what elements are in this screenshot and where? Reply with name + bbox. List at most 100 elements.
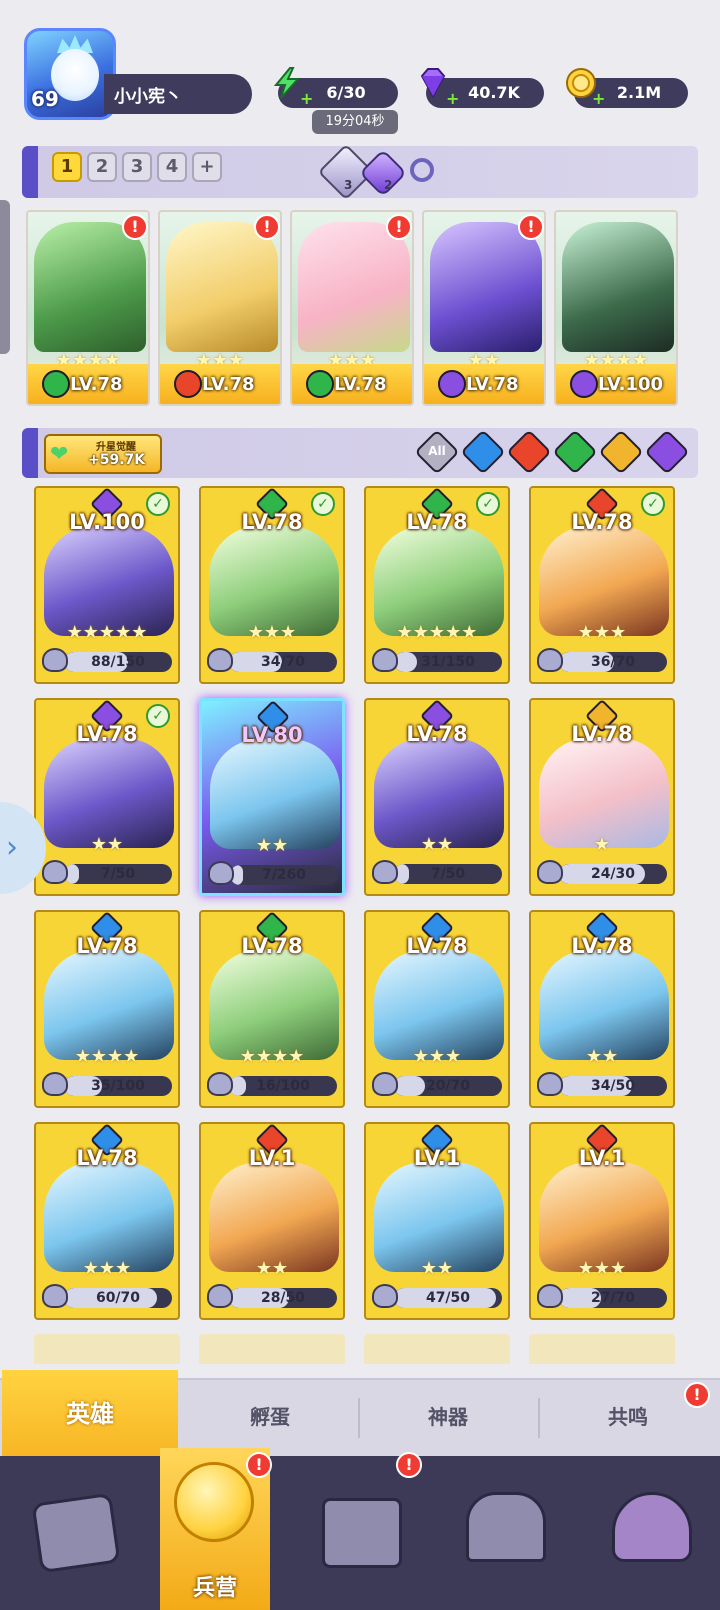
hero-card[interactable]: ✓ LV.100 ★★★★★ 88/150 <box>34 486 180 684</box>
map-alert-badge: ! <box>396 1452 422 1478</box>
hero-level: LV.78 <box>76 722 138 746</box>
hero-card[interactable]: ✓ LV.78 ★★ 7/50 <box>34 698 180 896</box>
star-awaken-button[interactable]: ❤ 升星觉醒 +59.7K <box>44 434 162 474</box>
hero-portrait <box>562 222 674 352</box>
hero-stars: ★★★ <box>247 622 297 643</box>
energy-plus-icon[interactable]: + <box>300 91 314 107</box>
tab-heroes[interactable]: 英雄 <box>2 1370 178 1458</box>
gold-plus-icon[interactable]: + <box>592 91 606 107</box>
barracks-coin-icon <box>174 1462 254 1542</box>
hero-card[interactable]: LV.1 ★★ 28/50 <box>199 1122 345 1320</box>
hero-portrait <box>166 222 278 352</box>
hero-level: LV.78 <box>466 374 519 395</box>
hero-level: LV.78 <box>571 722 633 746</box>
hero-level: LV.78 <box>241 510 303 534</box>
hero-level: LV.100 <box>598 374 664 395</box>
hero-card[interactable]: LV.78 ★★ 34/50 <box>529 910 675 1108</box>
hero-portrait <box>374 950 504 1060</box>
tab-artifact[interactable]: 神器 <box>360 1392 536 1442</box>
slot-alert-badge: ! <box>254 214 280 240</box>
cards-icon[interactable] <box>31 1492 121 1574</box>
star-awaken-value: +59.7K <box>88 452 146 468</box>
hero-card[interactable]: LV.78 ★★ 7/50 <box>364 698 510 896</box>
slot-alert-badge: ! <box>122 214 148 240</box>
energy-timer: 19分04秒 <box>312 110 398 134</box>
shard-icon <box>42 648 68 672</box>
hero-stars: ★★★★★ <box>66 622 148 643</box>
next-row-card <box>199 1334 345 1364</box>
shard-icon <box>372 1072 398 1096</box>
hero-card[interactable]: LV.78 ★★★★ 16/100 <box>199 910 345 1108</box>
shard-progress-text: 47/50 <box>425 1290 471 1306</box>
team-tab-add[interactable]: + <box>192 152 222 182</box>
team-tab-3[interactable]: 3 <box>122 152 152 182</box>
player-avatar[interactable]: 69 <box>24 28 116 120</box>
hero-level: LV.100 <box>69 510 145 534</box>
gold-value: 2.1M <box>616 83 662 102</box>
hero-card[interactable]: ✓ LV.78 ★★★ 36/70 <box>529 486 675 684</box>
gems-plus-icon[interactable]: + <box>446 91 460 107</box>
shard-progress-bar: 36/70 <box>559 652 667 672</box>
hero-stars: ★★ <box>255 835 289 856</box>
slot-alert-badge: ! <box>386 214 412 240</box>
next-row-card <box>34 1334 180 1364</box>
hero-card[interactable]: ✓ LV.78 ★★★ 34/70 <box>199 486 345 684</box>
hero-level: LV.78 <box>70 374 123 395</box>
left-edge-handle <box>0 200 10 354</box>
hero-portrait <box>430 222 542 352</box>
shard-progress-text: 7/50 <box>100 866 136 882</box>
hero-card[interactable]: ✓ LV.78 ★★★★★ 31/150 <box>364 486 510 684</box>
shard-icon <box>208 861 234 885</box>
shard-progress-text: 7/260 <box>261 867 307 883</box>
shard-icon <box>42 860 68 884</box>
team-tab-2[interactable]: 2 <box>87 152 117 182</box>
shard-progress-bar: 31/150 <box>394 652 502 672</box>
hero-level: LV.80 <box>241 723 303 747</box>
shard-progress-text: 7/50 <box>430 866 466 882</box>
shard-progress-bar: 35/100 <box>64 1076 172 1096</box>
castle-icon[interactable] <box>466 1492 546 1562</box>
hero-level: LV.1 <box>248 1146 296 1170</box>
player-level: 69 <box>31 87 59 111</box>
hero-portrait <box>209 950 339 1060</box>
hero-portrait <box>298 222 410 352</box>
shard-progress-bar: 28/50 <box>229 1288 337 1308</box>
hero-portrait <box>44 950 174 1060</box>
player-name[interactable]: 小小宪丶 <box>104 74 252 114</box>
shard-progress-text: 34/70 <box>260 654 306 670</box>
purple-element-icon <box>570 370 598 398</box>
shard-progress-bar: 16/100 <box>229 1076 337 1096</box>
hero-card[interactable]: LV.78 ★★★ 20/70 <box>364 910 510 1108</box>
map-book-icon[interactable] <box>322 1498 402 1568</box>
gem-icon <box>420 68 446 99</box>
shard-progress-text: 20/70 <box>425 1078 471 1094</box>
shard-progress-text: 35/100 <box>91 1078 145 1094</box>
shard-icon <box>372 860 398 884</box>
hero-card[interactable]: LV.78 ★★★★ 35/100 <box>34 910 180 1108</box>
team-tab-1[interactable]: 1 <box>52 152 82 182</box>
hero-level: LV.78 <box>406 510 468 534</box>
team-slot[interactable]: ★★★★ LV.100 <box>554 210 678 406</box>
hero-level: LV.78 <box>202 374 255 395</box>
hero-portrait <box>539 738 669 848</box>
mushroom-guild-icon[interactable] <box>612 1492 692 1562</box>
search-icon[interactable] <box>410 158 434 182</box>
shard-icon <box>372 1284 398 1308</box>
tab-hatch[interactable]: 孵蛋 <box>182 1392 358 1442</box>
shard-progress-bar: 47/50 <box>394 1288 502 1308</box>
shard-progress-bar: 7/50 <box>394 864 502 884</box>
shard-progress-bar: 7/50 <box>64 864 172 884</box>
shard-progress-text: 36/70 <box>590 654 636 670</box>
hero-card[interactable]: LV.78 ★ 24/30 <box>529 698 675 896</box>
shard-progress-text: 60/70 <box>95 1290 141 1306</box>
shard-progress-bar: 24/30 <box>559 864 667 884</box>
team-tab-4[interactable]: 4 <box>157 152 187 182</box>
shard-icon <box>537 1072 563 1096</box>
hero-card[interactable]: LV.80 ★★ 7/260 <box>199 698 345 896</box>
hero-card[interactable]: LV.1 ★★★ 27/70 <box>529 1122 675 1320</box>
hero-card[interactable]: LV.78 ★★★ 60/70 <box>34 1122 180 1320</box>
hero-stars: ★★ <box>585 1046 619 1067</box>
hero-card[interactable]: LV.1 ★★ 47/50 <box>364 1122 510 1320</box>
hero-stars: ★★ <box>420 834 454 855</box>
hero-portrait <box>539 1162 669 1272</box>
